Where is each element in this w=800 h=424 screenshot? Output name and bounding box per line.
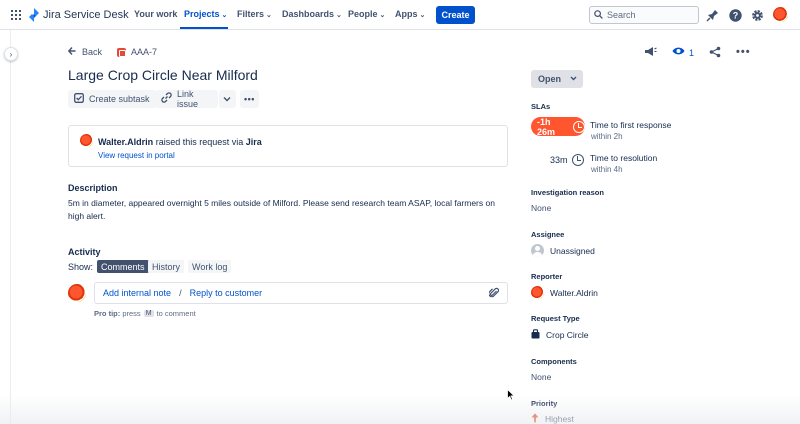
active-nav-indicator [180, 27, 228, 29]
jira-logo-icon [28, 8, 40, 22]
tab-comments[interactable]: Comments [97, 260, 149, 273]
sidebar-divider [10, 30, 11, 424]
field-label-components: Components [531, 357, 577, 366]
reporter-name[interactable]: Walter.Aldrin [98, 137, 153, 147]
field-label-priority: Priority [531, 399, 558, 408]
sla-name: Time to resolution [590, 153, 658, 163]
eye-icon [672, 46, 685, 59]
feedback-megaphone-icon[interactable] [644, 46, 657, 58]
add-internal-note-link[interactable]: Add internal note [103, 288, 171, 298]
reporter-avatar [531, 286, 544, 299]
sla-target: within 2h [591, 132, 623, 141]
watchers-count: 1 [689, 47, 695, 58]
field-value-priority[interactable]: Highest [531, 413, 574, 424]
profile-avatar[interactable] [773, 7, 788, 22]
subtask-icon [74, 92, 84, 106]
link-icon [161, 92, 172, 106]
field-value-reporter[interactable]: Walter.Aldrin [531, 286, 598, 299]
field-value-components[interactable]: None [531, 372, 551, 382]
field-value-assignee[interactable]: Unassigned [531, 244, 595, 257]
request-type-icon [531, 329, 540, 341]
request-channel: Jira [245, 137, 262, 147]
show-label: Show: [68, 262, 94, 272]
slas-label: SLAs [531, 102, 551, 111]
nav-filters[interactable]: Filters ⌄ [237, 9, 272, 19]
clock-icon [571, 154, 584, 166]
field-label-request-type: Request Type [531, 314, 580, 323]
description-heading: Description [68, 183, 118, 193]
pro-tip: Pro tip: press Mto comment [94, 309, 196, 318]
sla-name: Time to first response [590, 120, 672, 130]
settings-icon[interactable] [750, 8, 764, 22]
description-text[interactable]: 5m in diameter, appeared overnight 5 mil… [68, 197, 498, 223]
arrow-left-icon [67, 47, 76, 57]
nav-projects[interactable]: Projects ⌄ [184, 9, 227, 19]
chevron-down-icon: ⌄ [419, 12, 426, 19]
status-dropdown[interactable]: Open [531, 70, 583, 88]
activity-heading: Activity [68, 247, 101, 257]
field-label-investigation-reason: Investigation reason [531, 188, 604, 197]
more-issue-actions-icon[interactable]: ••• [240, 90, 259, 108]
reply-to-customer-link[interactable]: Reply to customer [190, 288, 263, 298]
search-input[interactable]: Search [589, 6, 699, 24]
app-switcher-icon[interactable] [11, 10, 21, 20]
field-value-request-type[interactable]: Crop Circle [531, 329, 589, 341]
product-logo[interactable]: Jira Service Desk [28, 8, 129, 22]
share-icon[interactable] [709, 46, 721, 58]
comment-input[interactable]: Add internal note / Reply to customer [94, 282, 508, 304]
expand-sidebar-icon[interactable]: › [4, 47, 18, 61]
tab-history[interactable]: History [148, 260, 185, 273]
chevron-down-icon [223, 94, 231, 104]
request-details-card: Walter.Aldrin raised this request via Ji… [68, 125, 508, 167]
create-subtask-button[interactable]: Create subtask [68, 90, 156, 108]
notifications-icon[interactable] [705, 8, 719, 22]
priority-highest-icon [531, 413, 539, 424]
search-icon [594, 9, 603, 21]
svg-text:?: ? [732, 10, 738, 20]
request-raised-text: Walter.Aldrin raised this request via Ji… [98, 137, 262, 147]
issue-type-icon [117, 47, 126, 57]
back-label: Back [82, 47, 103, 57]
reporter-avatar [80, 134, 93, 147]
bottom-fade [0, 395, 800, 424]
nav-apps[interactable]: Apps ⌄ [395, 9, 425, 19]
chevron-down-icon: ⌄ [266, 12, 272, 19]
sla-target: within 4h [591, 165, 623, 174]
view-in-portal-link[interactable]: View request in portal [98, 151, 175, 160]
clock-icon [573, 120, 585, 133]
search-placeholder: Search [607, 10, 636, 20]
separator: / [179, 288, 182, 298]
field-value-investigation-reason[interactable]: None [531, 203, 551, 213]
sla-breached-badge: -1h 26m [531, 117, 585, 137]
issue-key: AAA-7 [131, 47, 158, 57]
link-issue-dropdown[interactable] [219, 90, 236, 108]
sla-time-remaining: 33m [550, 154, 584, 166]
product-name: Jira Service Desk [43, 9, 129, 21]
attachment-icon[interactable] [488, 287, 500, 302]
nav-people[interactable]: People ⌄ [348, 9, 385, 19]
nav-your-work[interactable]: Your work [134, 9, 177, 19]
chevron-down-icon: ⌄ [336, 12, 342, 19]
field-label-assignee: Assignee [531, 230, 565, 239]
watch-button[interactable]: 1 [672, 46, 694, 59]
unassigned-user-icon [531, 244, 544, 257]
more-actions-icon[interactable]: ••• [736, 46, 751, 58]
issue-title[interactable]: Large Crop Circle Near Milford [68, 67, 258, 83]
create-button[interactable]: Create [436, 6, 475, 24]
chevron-down-icon [570, 76, 577, 83]
chevron-down-icon: ⌄ [379, 12, 386, 19]
keyboard-key: M [143, 310, 154, 317]
mouse-cursor-icon [507, 388, 516, 403]
field-label-reporter: Reporter [531, 272, 563, 281]
link-issue-button[interactable]: Link issue [155, 89, 218, 109]
top-navigation: Jira Service Desk Your work Projects ⌄ Fi… [0, 0, 800, 30]
chevron-down-icon: ⌄ [221, 12, 228, 19]
current-user-avatar [68, 284, 86, 302]
issue-key-link[interactable]: AAA-7 [117, 47, 157, 57]
back-link[interactable]: Back [67, 47, 103, 57]
tab-work-log[interactable]: Work log [188, 260, 232, 273]
help-icon[interactable]: ? [728, 8, 742, 22]
nav-dashboards[interactable]: Dashboards ⌄ [282, 9, 342, 19]
